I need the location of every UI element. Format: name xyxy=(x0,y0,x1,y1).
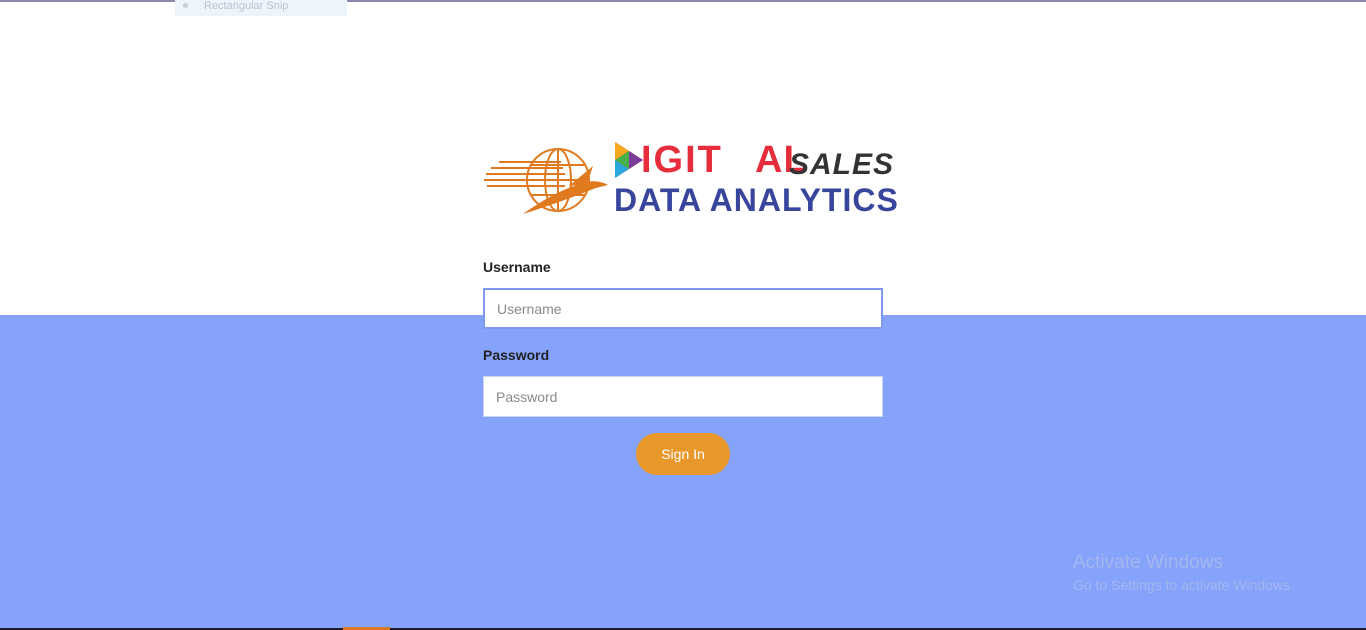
username-input[interactable] xyxy=(483,288,883,329)
globe-bird-icon xyxy=(483,142,611,219)
brand-word-digit: IGIT xyxy=(641,139,723,181)
watermark-subtitle: Go to Settings to activate Windows. xyxy=(1073,577,1294,593)
password-input[interactable] xyxy=(483,376,883,417)
snip-tool-overlay[interactable]: Rectangular Snip xyxy=(175,0,347,16)
activation-watermark: Activate Windows Go to Settings to activ… xyxy=(1073,552,1294,594)
brand-subtitle: DATA ANALYTICS xyxy=(614,182,899,218)
username-label: Username xyxy=(483,259,551,275)
watermark-title: Activate Windows xyxy=(1073,552,1223,573)
brand-logo: IGIT AL SALES DATA ANALYTICS xyxy=(483,138,898,219)
radio-dot-icon xyxy=(183,3,188,8)
password-label: Password xyxy=(483,347,550,363)
snip-label: Rectangular Snip xyxy=(204,0,289,12)
sign-in-button[interactable]: Sign In xyxy=(636,433,730,475)
brand-word-sales: SALES xyxy=(789,148,895,181)
